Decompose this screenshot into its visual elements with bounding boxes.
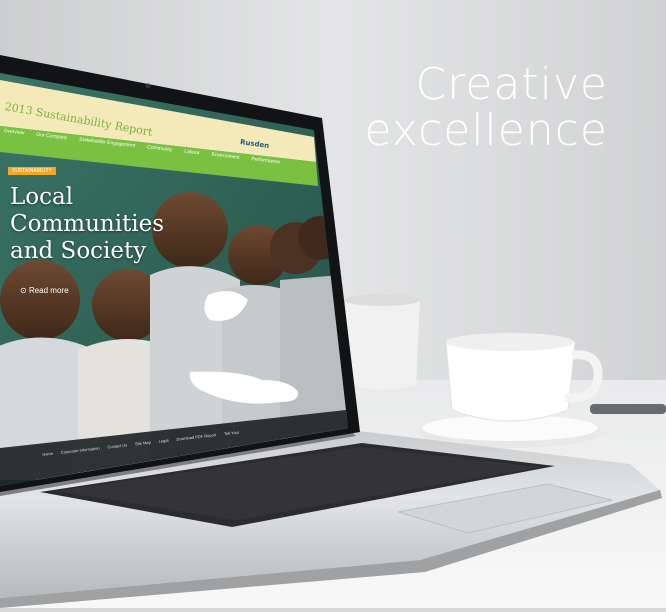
pen xyxy=(590,404,666,414)
background-cup xyxy=(344,294,420,390)
camera-icon xyxy=(145,83,151,89)
headline: Creative excellence xyxy=(365,62,609,154)
headline-line2: excellence xyxy=(364,105,608,156)
headline-line1: Creative xyxy=(415,59,608,110)
